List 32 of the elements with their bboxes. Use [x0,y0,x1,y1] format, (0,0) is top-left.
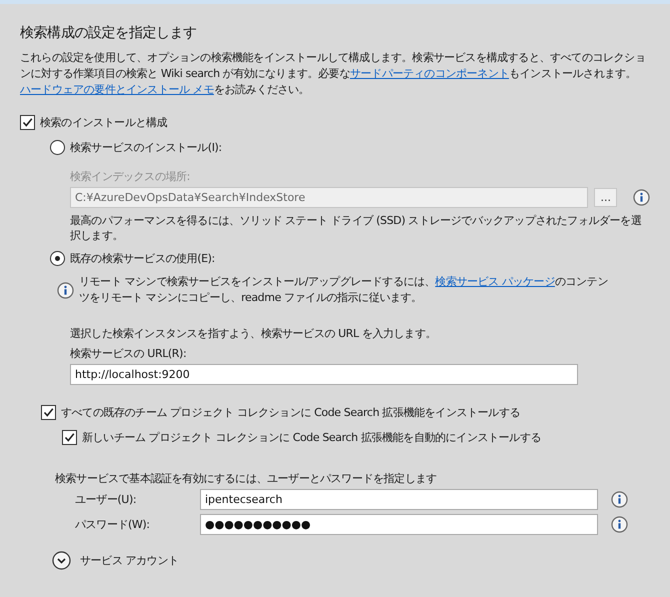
checkbox[interactable] [41,405,56,420]
radio-label[interactable]: 既存の検索サービスの使用(E): [70,251,215,266]
hint-text: 選択した検索インスタンスを指すよう、検索サービスの URL を入力します。 [70,326,436,341]
password-field[interactable]: ●●●●●●●●●●● [200,514,598,535]
link[interactable]: サードパーティのコンポーネント [350,67,509,80]
radio-label[interactable]: 検索サービスのインストール(I): [70,140,222,155]
page-title: 検索構成の設定を指定します [20,24,198,42]
field-label: 検索サービスの URL(R): [70,346,186,361]
user-field[interactable]: ipentecsearch [200,489,598,510]
expand-icon[interactable] [52,551,71,570]
checkbox-label[interactable]: すべての既存のチーム プロジェクト コレクションに Code Search 拡張機能をインストールする [61,405,520,420]
field-label: パスワード(W): [75,517,151,532]
field-label: 検索インデックスの場所: [70,169,190,184]
auth-text: 検索サービスで基本認証を有効にするには、ユーザーとパスワードを指定します [55,471,437,486]
field-label: ユーザー(U): [75,492,138,507]
hint-text: 最高のパフォーマンスを得るには、ソリッド ステート ドライブ (SSD) ストレージでバックアップされたフォルダーを選択します。 [70,213,642,243]
info-icon[interactable] [57,282,74,298]
info-icon[interactable] [633,189,650,206]
checkbox-label[interactable]: 検索のインストールと構成 [40,115,168,130]
radio-button[interactable] [50,251,65,266]
info-icon[interactable] [611,491,628,508]
checkbox[interactable] [62,430,77,445]
description-text: これらの設定を使用して、オプションの検索機能をインストールして構成します。検索サービスを構成すると、すべてのコレクションに対する作業項目の検索と Wiki search が有効になります。必要なサードパーティのコンポーネント もインストールされます。 ハードウェアの要件とインストール メモをお読みください。 [20,50,646,98]
link[interactable]: 検索サービス パッケージ [435,275,555,288]
link[interactable]: ハードウェアの要件とインストール メモ [20,83,214,96]
section-label[interactable]: サービス アカウント [80,553,178,568]
checkbox-label[interactable]: 新しいチーム プロジェクト コレクションに Code Search 拡張機能を自動的にインストールする [82,430,542,445]
radio-button[interactable] [50,140,65,155]
checkbox[interactable] [20,115,35,130]
info-icon[interactable] [611,516,628,533]
info-text: リモート マシンで検索サービスをインストール/アップグレードするには、検索サービス パッケージのコンテンツをリモート マシンにコピーし、readme ファイルの指示に従います。 [79,274,609,306]
url-field[interactable]: http://localhost:9200 [70,364,578,385]
